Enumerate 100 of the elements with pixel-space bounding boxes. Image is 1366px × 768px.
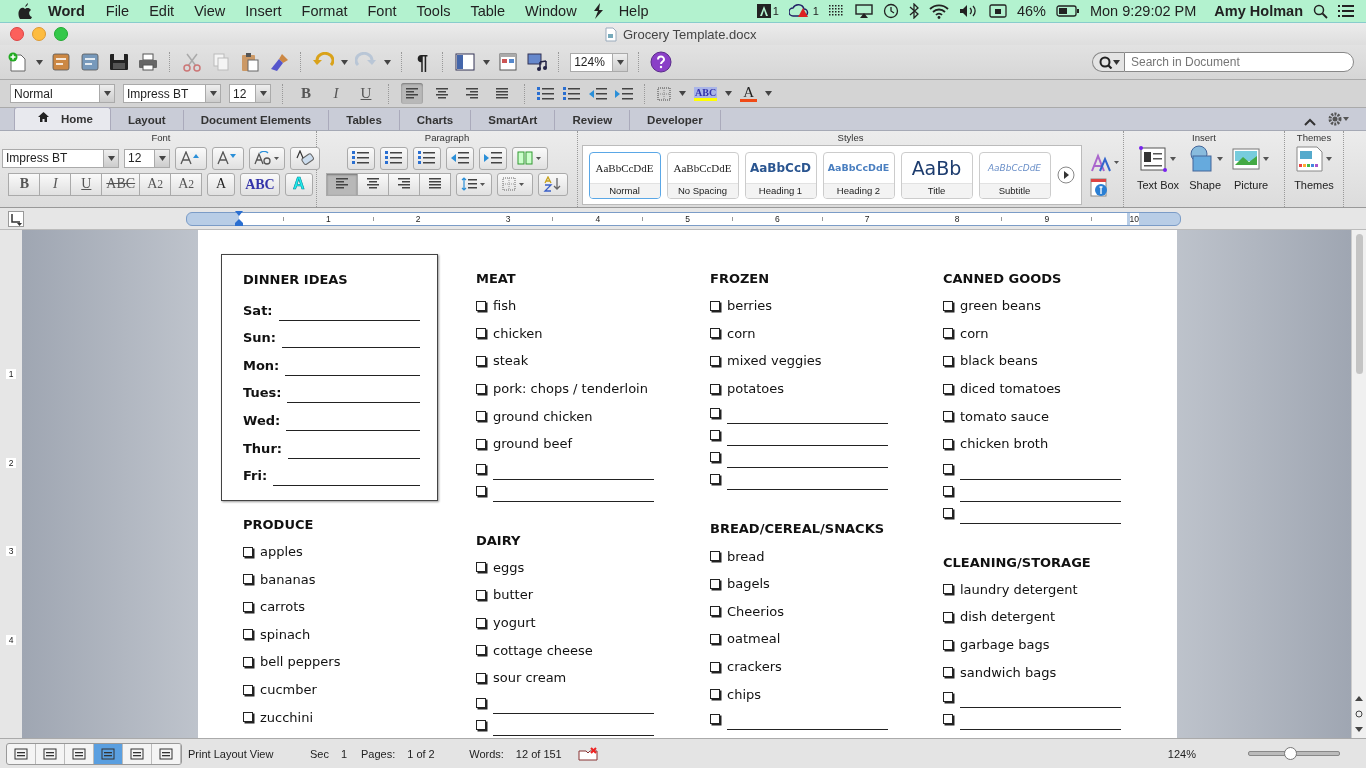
increase-indent-icon[interactable] [615, 86, 633, 101]
list-icon[interactable] [563, 86, 581, 101]
grow-font-button[interactable] [175, 146, 207, 170]
user-name[interactable]: Amy Holman [1214, 3, 1303, 19]
clear-formatting-button[interactable] [290, 146, 320, 170]
insert-button[interactable]: Picture [1231, 145, 1272, 191]
browse-icon[interactable] [1354, 694, 1364, 734]
format-toggle[interactable]: U [70, 172, 103, 196]
ribbon-tab[interactable]: Charts [399, 110, 472, 130]
menu-item[interactable]: Insert [245, 3, 282, 19]
style-option[interactable]: AaBbCcDdE Subtitle [978, 151, 1051, 199]
print-icon[interactable] [137, 52, 159, 72]
clock-icon[interactable] [882, 3, 899, 19]
format-toggle[interactable]: U [355, 83, 377, 104]
save-icon[interactable] [108, 52, 130, 72]
toolbox-icon[interactable] [497, 52, 520, 72]
style-option[interactable]: AaBbCcDdE Normal [588, 151, 661, 199]
volume-icon[interactable] [958, 4, 979, 18]
dropdown-arrow-icon[interactable] [616, 59, 624, 65]
scrollbar-thumb[interactable] [1355, 234, 1363, 374]
style-option[interactable]: AaBbCcDdE Heading 2 [822, 151, 895, 199]
menu-item[interactable]: Edit [149, 3, 175, 19]
ribbon-tab[interactable]: Developer [630, 110, 721, 130]
wifi-icon[interactable] [928, 3, 949, 19]
dropdown-arrow-icon[interactable] [725, 91, 733, 96]
ribbon-tab[interactable]: Home [14, 107, 111, 130]
media-icon[interactable] [526, 52, 549, 72]
highlight-button[interactable]: ABC [240, 172, 280, 196]
line-spacing-button[interactable] [455, 172, 492, 196]
alignment-button[interactable] [387, 172, 420, 196]
font-size-dropdown[interactable]: 12 [229, 84, 271, 103]
collapse-ribbon-icon[interactable] [1304, 118, 1316, 126]
dropdown-arrow-icon[interactable] [384, 59, 391, 65]
font-dropdown[interactable]: Impress BT [123, 84, 221, 103]
bluetooth-icon[interactable] [908, 3, 919, 19]
decrease-indent-button[interactable] [445, 146, 474, 170]
list-icon[interactable] [1338, 4, 1354, 18]
menu-item[interactable]: View [194, 3, 226, 19]
indent-marker-icon[interactable] [234, 209, 244, 226]
menu-item[interactable]: Tools [416, 3, 451, 19]
alignment-button[interactable] [418, 172, 451, 196]
folder-icon[interactable] [79, 52, 101, 72]
style-option[interactable]: AaBb Title [900, 151, 973, 199]
app-menu[interactable]: Word [48, 3, 85, 19]
alignment-button[interactable] [325, 172, 358, 196]
menu-item[interactable]: Font [367, 3, 397, 19]
dropdown-arrow-icon[interactable] [764, 91, 772, 96]
themes-button[interactable]: Themes [1294, 145, 1334, 191]
apple-icon[interactable] [18, 3, 32, 19]
gallery-icon[interactable] [50, 52, 72, 72]
dropdown-arrow-icon[interactable] [341, 59, 348, 65]
format-toggle[interactable]: B [8, 172, 41, 196]
increase-indent-button[interactable] [478, 146, 507, 170]
horizontal-ruler[interactable]: 1 2 3 4 5 6 7 8 9 10 [186, 211, 1181, 226]
font-size-dropdown[interactable]: 12 [124, 148, 170, 168]
sort-button[interactable] [537, 172, 568, 196]
view-button[interactable] [94, 743, 123, 764]
font-color-button[interactable]: A [740, 85, 757, 102]
format-toggle[interactable]: ABC [101, 172, 141, 196]
font-color-button[interactable]: A [207, 172, 236, 196]
list-icon[interactable] [537, 86, 555, 101]
dropdown-arrow-icon[interactable] [103, 91, 111, 96]
help-icon[interactable] [650, 51, 673, 73]
decrease-indent-icon[interactable] [589, 86, 607, 101]
dropdown-arrow-icon[interactable] [36, 59, 43, 65]
ribbon-tab[interactable]: Tables [329, 110, 400, 130]
new-document-icon[interactable] [7, 52, 29, 72]
alignment-button[interactable] [356, 172, 389, 196]
style-sets-icon[interactable] [1089, 152, 1120, 173]
style-option[interactable]: AaBbCcDdE No Spacing [666, 151, 739, 199]
ribbon-tab[interactable]: Review [555, 110, 631, 130]
airplay-icon[interactable] [854, 4, 873, 18]
battery-icon[interactable] [1055, 5, 1080, 17]
style-option[interactable]: AaBbCcD Heading 1 [744, 151, 817, 199]
font-dropdown[interactable]: Impress BT [2, 148, 119, 168]
format-toggle[interactable]: B [295, 83, 317, 104]
zoom-dropdown[interactable]: 124% [570, 52, 629, 72]
paste-icon[interactable] [239, 52, 261, 72]
list-icon[interactable] [417, 151, 436, 165]
cloud-warning-icon[interactable] [788, 4, 811, 18]
dropdown-arrow-icon[interactable] [158, 155, 166, 161]
styles-pane-icon[interactable] [1089, 177, 1110, 198]
menu-item[interactable]: File [105, 3, 130, 19]
dropdown-arrow-icon[interactable] [483, 59, 491, 65]
tab-selector-icon[interactable] [8, 210, 24, 227]
menu-item[interactable]: Format [301, 3, 348, 19]
insert-button[interactable]: Shape [1185, 145, 1226, 191]
menu-item[interactable]: Help [618, 3, 649, 19]
search-icon[interactable] [1313, 3, 1328, 19]
show-formatting-button[interactable]: ¶ [413, 50, 433, 74]
menu-bar-clock[interactable]: Mon 9:29:02 PM [1089, 3, 1197, 19]
search-options-button[interactable] [1092, 52, 1124, 72]
format-toggle[interactable]: I [325, 83, 347, 104]
dropdown-arrow-icon[interactable] [107, 155, 115, 161]
ribbon-tab[interactable]: Layout [110, 110, 184, 130]
alignment-button[interactable] [401, 83, 423, 104]
shrink-font-button[interactable] [212, 146, 244, 170]
menu-item[interactable]: Table [470, 3, 506, 19]
dropdown-arrow-icon[interactable] [259, 91, 267, 96]
list-icon[interactable] [351, 151, 370, 165]
